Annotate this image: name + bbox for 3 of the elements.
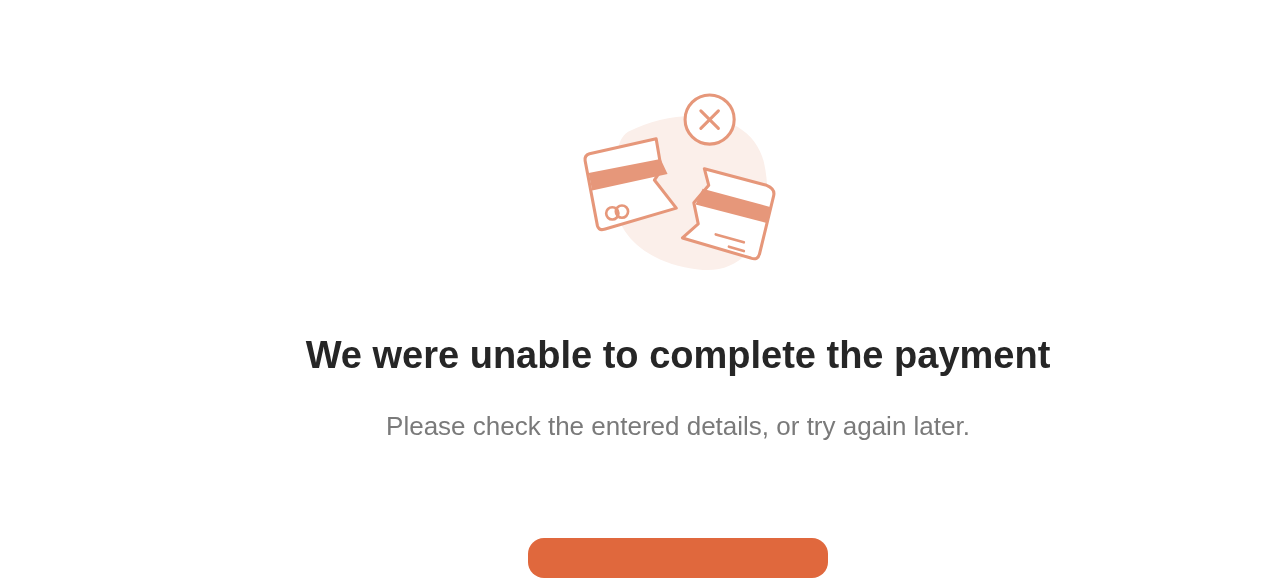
action-button[interactable] bbox=[528, 538, 828, 578]
error-message: Please check the entered details, or try again later. bbox=[386, 410, 970, 443]
error-title: We were unable to complete the payment bbox=[305, 332, 1051, 378]
